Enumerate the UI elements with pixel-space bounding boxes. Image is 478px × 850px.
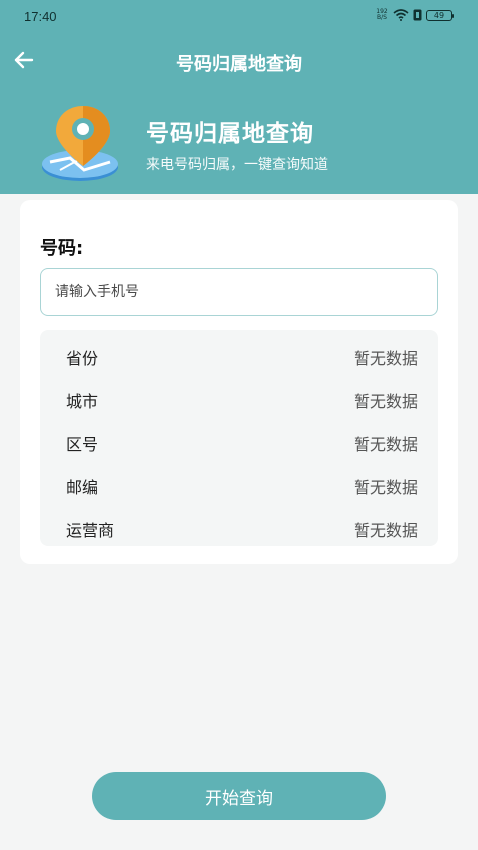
start-query-button[interactable]: 开始查询 xyxy=(92,772,386,820)
result-row-postcode: 邮编 暂无数据 xyxy=(40,468,438,498)
battery-indicator: 49 xyxy=(426,9,454,21)
result-label: 区号 xyxy=(66,435,99,454)
result-value: 暂无数据 xyxy=(353,392,418,411)
query-card: 号码: 省份 暂无数据 城市 暂无数据 区号 暂无数据 邮编 暂无数据 运营商 … xyxy=(20,200,458,564)
header-banner: 17:40 192 B/S 49 号码归属地查询 号码归属地查询 来电号码归属，… xyxy=(0,0,478,194)
status-icons: 192 B/S 49 xyxy=(375,8,454,21)
result-list: 省份 暂无数据 城市 暂无数据 区号 暂无数据 邮编 暂无数据 运营商 暂无数据 xyxy=(40,330,438,546)
result-row-area-code: 区号 暂无数据 xyxy=(40,425,438,455)
phone-label: 号码: xyxy=(40,238,84,259)
result-value: 暂无数据 xyxy=(353,478,418,497)
result-row-carrier: 运营商 暂无数据 xyxy=(40,511,438,541)
result-row-city: 城市 暂无数据 xyxy=(40,382,438,412)
location-pin-icon xyxy=(42,106,118,181)
network-speed: 192 B/S xyxy=(376,8,388,21)
banner-title: 号码归属地查询 xyxy=(146,121,314,147)
status-time: 17:40 xyxy=(24,9,57,24)
result-row-province: 省份 暂无数据 xyxy=(40,339,438,369)
result-label: 省份 xyxy=(66,349,99,368)
status-bar: 17:40 192 B/S 49 xyxy=(0,0,478,34)
result-label: 运营商 xyxy=(66,521,115,540)
banner-subtitle: 来电号码归属，一键查询知道 xyxy=(146,157,328,173)
wifi-icon xyxy=(393,9,409,21)
result-value: 暂无数据 xyxy=(353,435,418,454)
phone-input[interactable] xyxy=(40,268,438,316)
result-label: 城市 xyxy=(66,392,99,411)
page-title: 号码归属地查询 xyxy=(176,54,302,75)
result-value: 暂无数据 xyxy=(353,349,418,368)
result-value: 暂无数据 xyxy=(353,521,418,540)
nav-bar: 号码归属地查询 xyxy=(0,40,478,80)
sim-icon xyxy=(413,9,422,21)
result-label: 邮编 xyxy=(66,478,99,497)
